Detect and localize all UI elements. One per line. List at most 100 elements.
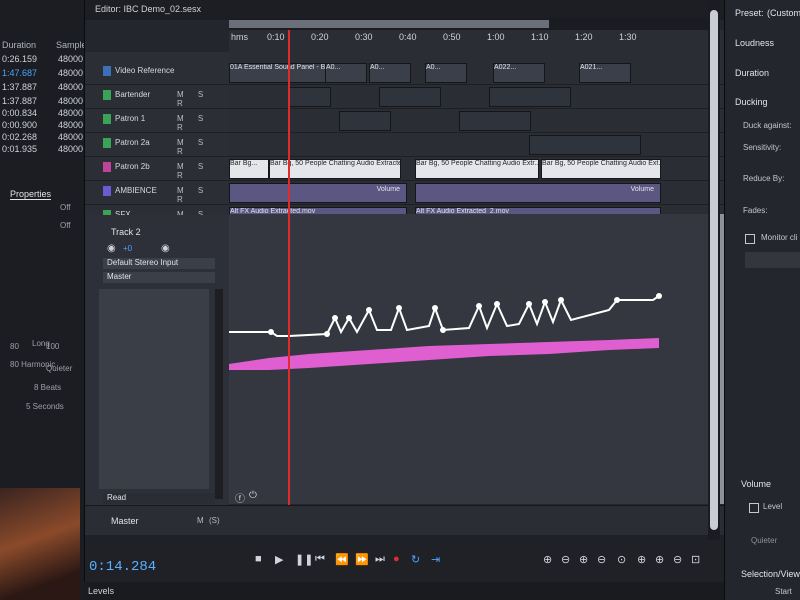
output-select[interactable]: Master	[103, 272, 215, 283]
zoom-track-icon[interactable]: ⊡	[691, 553, 700, 566]
clip[interactable]: Volume	[229, 183, 407, 203]
mute-solo-record[interactable]: M S R	[177, 186, 229, 204]
timeline-ruler[interactable]: hms 0:10 0:20 0:30 0:40 0:50 1:00 1:10 1…	[229, 30, 729, 52]
pan-knob-icon[interactable]: ◉	[161, 243, 170, 254]
track-ambience[interactable]: AMBIENCE M S R	[85, 180, 229, 205]
track-patron-2b[interactable]: Patron 2b M S R	[85, 156, 229, 181]
essential-sound-panel: Preset: (Custom) Loudness Duration Ducki…	[724, 0, 800, 600]
track-name[interactable]: Patron 1	[115, 114, 145, 123]
vertical-scrollbar[interactable]	[708, 0, 720, 540]
master-track[interactable]: Master M (S)	[85, 505, 725, 536]
zoom-in-amplitude-icon[interactable]: ⊕	[543, 553, 552, 566]
duration-section[interactable]: Duration	[735, 68, 769, 78]
skip-clips-button[interactable]: ⇥	[431, 553, 440, 566]
clip[interactable]: Bar Bg...	[229, 159, 269, 179]
fx-icon[interactable]: ⓕ	[235, 490, 245, 505]
pause-button[interactable]: ❚❚	[295, 553, 313, 566]
clip[interactable]	[379, 87, 441, 107]
ducking-section[interactable]: Ducking	[735, 97, 768, 107]
track-name[interactable]: Track 2	[111, 227, 141, 237]
zoom-full-icon[interactable]: ⊙	[617, 553, 626, 566]
clip[interactable]: A022...	[493, 63, 545, 83]
clip[interactable]: A0...	[369, 63, 411, 83]
duration-header[interactable]: Duration	[2, 40, 36, 50]
track-patron-2a[interactable]: Patron 2a M S R	[85, 132, 229, 157]
power-icon[interactable]: ⏻	[249, 490, 257, 501]
levels-label[interactable]: Levels	[88, 586, 114, 596]
input-select[interactable]: Default Stereo Input	[103, 258, 215, 269]
off-value-2[interactable]: Off	[60, 221, 71, 230]
record-button[interactable]: ●	[393, 553, 400, 565]
loudness-section[interactable]: Loudness	[735, 38, 774, 48]
beats-value[interactable]: 8 Beats	[34, 383, 61, 392]
sample-header[interactable]: Sample	[56, 40, 87, 50]
track-bartender[interactable]: Bartender M S R	[85, 84, 229, 109]
track-patron-1[interactable]: Patron 1 M S R	[85, 108, 229, 133]
mute-solo-record[interactable]: M S R	[177, 90, 229, 108]
clip[interactable]: Bar Bg, 50 People Chatting Audio Ext...	[541, 159, 661, 179]
rewind-button[interactable]: ⏪	[335, 553, 349, 566]
master-solo[interactable]: (S)	[209, 516, 220, 525]
zoom-out-time-icon[interactable]: ⊖	[597, 553, 606, 566]
envelope-keyframes[interactable]	[268, 293, 662, 337]
level-checkbox[interactable]	[749, 503, 759, 513]
clip[interactable]	[529, 135, 641, 155]
mute-solo-record[interactable]: M S R	[177, 138, 229, 156]
skip-end-button[interactable]: ⏭	[375, 553, 385, 566]
track-2-lane[interactable]: ⓕ ⏻	[229, 214, 709, 505]
file-row[interactable]: 1:37.887 48000	[0, 80, 84, 94]
clip[interactable]: A0...	[425, 63, 467, 83]
master-name[interactable]: Master	[111, 516, 139, 526]
zoom-out-point-icon[interactable]: ⊖	[673, 553, 682, 566]
zoom-in-point-icon[interactable]: ⊕	[655, 553, 664, 566]
play-button[interactable]: ▶	[275, 553, 283, 566]
clip[interactable]: A021...	[579, 63, 631, 83]
skip-start-button[interactable]: ⏮	[315, 553, 325, 566]
clip[interactable]	[289, 87, 331, 107]
clip[interactable]: Bar Bg, 50 People Chatting Audio Extr...	[415, 159, 539, 179]
playhead[interactable]	[288, 30, 290, 560]
file-row[interactable]: 1:47.687 48000	[0, 66, 84, 80]
zoom-in-time-icon[interactable]: ⊕	[579, 553, 588, 566]
off-value-1[interactable]: Off	[60, 203, 71, 212]
track-name[interactable]: Video Reference	[115, 66, 174, 75]
timeline-overview[interactable]	[229, 18, 709, 30]
zoom-out-amplitude-icon[interactable]: ⊖	[561, 553, 570, 566]
clip[interactable]	[339, 111, 391, 131]
clip[interactable]: 01A Essential Sound Panel - BEFORE	[229, 63, 327, 83]
stop-button[interactable]: ■	[255, 553, 262, 565]
quieter-label: Quieter	[751, 536, 778, 545]
monitor-checkbox[interactable]	[745, 234, 755, 244]
mute-solo-record[interactable]: M S R	[177, 162, 229, 180]
clip[interactable]	[489, 87, 571, 107]
volume-section[interactable]: Volume	[741, 479, 771, 489]
loop-button[interactable]: ↻	[411, 553, 420, 566]
mute-solo-record[interactable]: M S R	[177, 114, 229, 132]
tab-properties[interactable]: Properties	[10, 189, 52, 200]
volume-value[interactable]: +0	[123, 244, 132, 253]
file-row[interactable]: 0:26.159 48000	[0, 52, 84, 66]
scrollbar-thumb[interactable]	[710, 10, 718, 530]
seconds-value[interactable]: 5 Seconds	[26, 402, 64, 411]
waveform-envelope[interactable]	[229, 214, 709, 504]
sample-value: 48000	[58, 132, 84, 142]
track-name[interactable]: Patron 2a	[115, 138, 150, 147]
overview-window[interactable]	[229, 20, 549, 28]
fades-label: Fades:	[743, 206, 768, 215]
lane-bartender	[229, 84, 729, 109]
automation-mode-select[interactable]: Read	[103, 493, 215, 504]
track-name[interactable]: Patron 2b	[115, 162, 150, 171]
zoom-selection-icon[interactable]: ⊕	[637, 553, 646, 566]
fast-forward-button[interactable]: ⏩	[355, 553, 369, 566]
clip[interactable]: Volume	[415, 183, 661, 203]
volume-knob-icon[interactable]: ◉	[107, 243, 116, 254]
ruler-tick: 0:20	[311, 32, 329, 42]
track-video-reference[interactable]: Video Reference	[85, 60, 229, 85]
track-name[interactable]: AMBIENCE	[115, 186, 157, 195]
file-row[interactable]: 0:01.935 48000	[0, 142, 84, 156]
clip[interactable]: A0...	[325, 63, 367, 83]
track-name[interactable]: Bartender	[115, 90, 150, 99]
clip[interactable]	[459, 111, 531, 131]
preset-value[interactable]: (Custom)	[767, 8, 800, 18]
master-mute[interactable]: M	[197, 516, 204, 525]
